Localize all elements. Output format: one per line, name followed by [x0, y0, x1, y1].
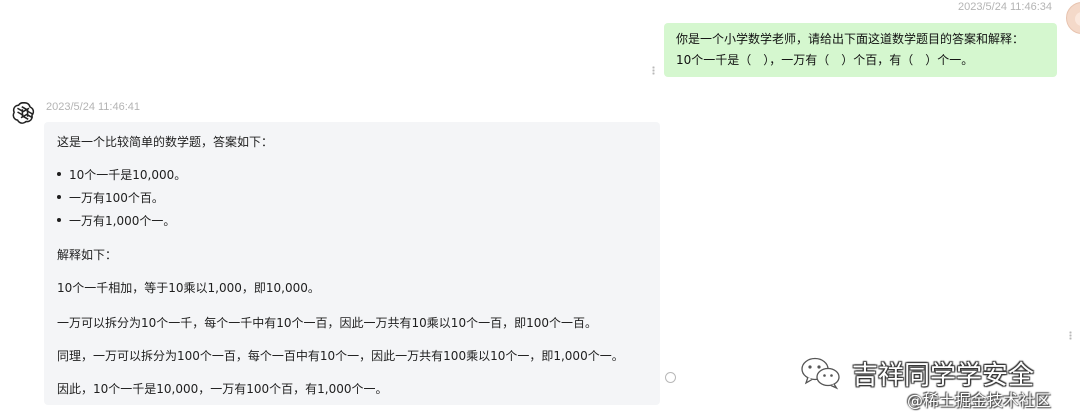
watermark-name: 吉祥同学学安全 [852, 360, 1035, 391]
explanation-heading: 解释如下： [57, 248, 118, 262]
user-message-bubble: 你是一个小学数学老师，请给出下面这道数学题目的答案和解释： 10个一千是（ ），… [664, 23, 1057, 77]
explanation-paragraph: 因此，10个一千是10,000，一万有100个百，有1,000个一。 [57, 382, 388, 396]
wechat-icon [801, 357, 840, 390]
user-message-line: 你是一个小学数学老师，请给出下面这道数学题目的答案和解释： [676, 32, 1025, 46]
watermark: 吉祥同学学安全 [800, 355, 1034, 391]
answer-list-item: 一万有1,000个一。 [56, 214, 176, 228]
bot-message-timestamp: 2023/5/24 11:46:41 [46, 101, 140, 113]
openai-logo-icon [12, 102, 35, 124]
user-message-line: 10个一千是（ ），一万有（ ）个百，有（ ）个一。 [676, 53, 974, 67]
user-message-timestamp: 2023/5/24 11:46:34 [958, 1, 1052, 13]
explanation-paragraph: 一万可以拆分为10个一千，每个一千中有10个一百，因此一万共有10乘以10个一百… [57, 316, 597, 330]
answer-list-item: 10个一千是10,000。 [56, 168, 187, 182]
answer-list-item: 一万有100个百。 [57, 191, 164, 205]
watermark-source: @稀土掘金技术社区 [907, 391, 1052, 410]
bot-message-bubble: 这是一个比较简单的数学题，答案如下： 10个一千是10,000。 一万有100个… [44, 122, 660, 405]
user-message-drag-handle-icon[interactable] [652, 66, 655, 75]
explanation-paragraph: 10个一千相加，等于10乘以1,000，即10,000。 [57, 281, 320, 295]
bot-message-intro: 这是一个比较简单的数学题，答案如下： [57, 135, 274, 149]
user-avatar[interactable] [1066, 2, 1080, 34]
copy-icon[interactable] [665, 372, 676, 383]
bot-message-drag-handle-icon[interactable] [1069, 331, 1072, 340]
explanation-paragraph: 同理，一万可以拆分为100个一百，每个一百中有10个一，因此一万共有100乘以1… [57, 349, 624, 363]
